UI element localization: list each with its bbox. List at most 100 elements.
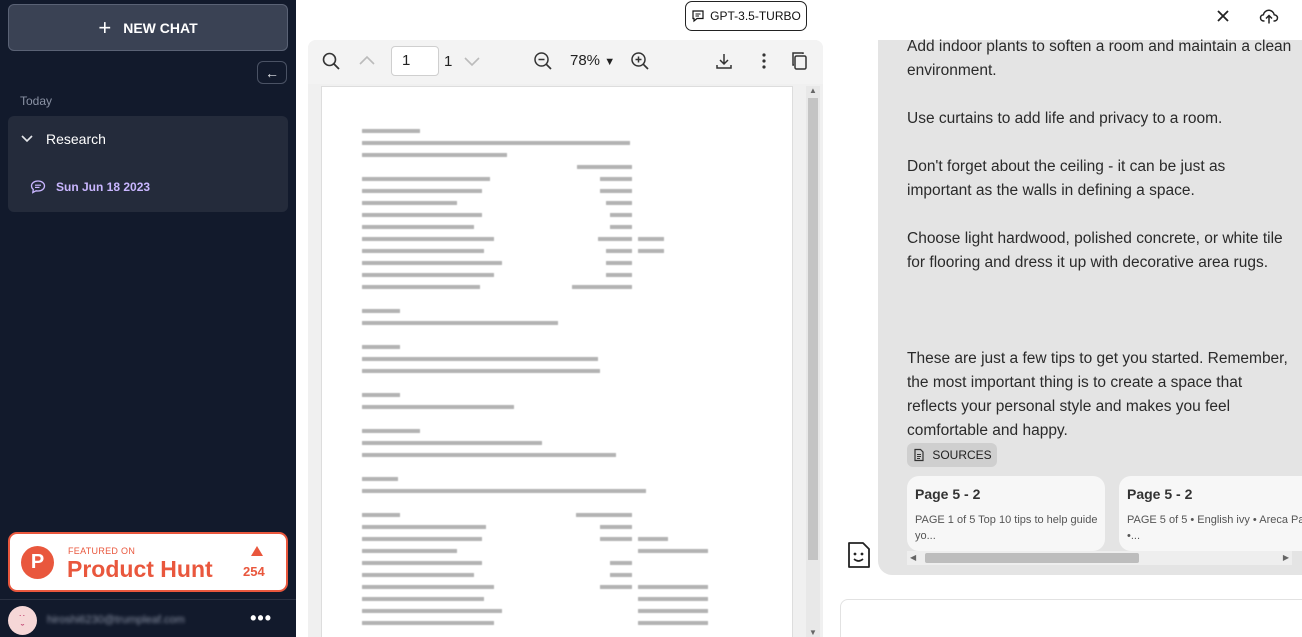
pdf-text-line bbox=[362, 369, 600, 373]
sources-label: SOURCES bbox=[932, 448, 992, 462]
pdf-text-line bbox=[362, 393, 400, 397]
chevron-up-icon[interactable] bbox=[357, 51, 377, 71]
pdf-text-line bbox=[362, 453, 616, 457]
pdf-text-line bbox=[577, 165, 632, 169]
bot-avatar-icon bbox=[848, 542, 870, 568]
pdf-page bbox=[321, 86, 793, 637]
assistant-message: Add indoor plants to soften a room and m… bbox=[878, 38, 1302, 575]
source-excerpt: PAGE 1 of 5 Top 10 tips to help guide yo… bbox=[915, 514, 1098, 542]
zoom-level[interactable]: 78% ▼ bbox=[570, 52, 615, 69]
pdf-text-line bbox=[606, 261, 632, 265]
pdf-text-line bbox=[362, 309, 400, 313]
cloud-upload-icon[interactable] bbox=[1259, 6, 1279, 26]
chevron-down-icon[interactable] bbox=[462, 51, 482, 71]
product-hunt-logo: P bbox=[21, 546, 54, 579]
folder-research: Research Sun Jun 18 2023 bbox=[8, 116, 288, 212]
pdf-text-line bbox=[362, 405, 514, 409]
chevron-down-icon bbox=[21, 135, 33, 143]
pdf-text-line bbox=[572, 285, 632, 289]
chat-input[interactable] bbox=[840, 599, 1302, 637]
scroll-left-icon[interactable]: ◀ bbox=[910, 553, 916, 562]
product-hunt-name: Product Hunt bbox=[67, 556, 213, 582]
pdf-text-line bbox=[638, 621, 708, 625]
close-icon[interactable] bbox=[1213, 6, 1233, 26]
pdf-text-line bbox=[362, 129, 420, 133]
page-total: 1 bbox=[444, 53, 453, 70]
pdf-viewer: 1 1 78% ▼ ▲ ▼ bbox=[308, 40, 823, 637]
pdf-text-line bbox=[362, 585, 494, 589]
user-row[interactable]: ˙̬˙ hiroshi6230@trumpleaf.com ••• bbox=[8, 605, 288, 635]
pdf-text-line bbox=[362, 345, 400, 349]
message-paragraph: These are just a few tips to get you sta… bbox=[907, 350, 1288, 439]
source-excerpt: PAGE 5 of 5 • English ivy • Areca Palm •… bbox=[1127, 514, 1302, 542]
chat-list-item[interactable]: Sun Jun 18 2023 bbox=[30, 179, 150, 195]
new-chat-label: NEW CHAT bbox=[123, 19, 198, 36]
pdf-text-line bbox=[638, 609, 708, 613]
pdf-text-line bbox=[638, 597, 708, 601]
pdf-text-line bbox=[362, 537, 482, 541]
pdf-text-line bbox=[362, 477, 398, 481]
pdf-text-line bbox=[606, 249, 632, 253]
user-email: hiroshi6230@trumpleaf.com bbox=[47, 614, 185, 626]
pdf-text-line bbox=[362, 153, 507, 157]
pdf-text-line bbox=[362, 441, 542, 445]
pdf-text-line bbox=[362, 573, 474, 577]
zoom-out-icon[interactable] bbox=[533, 51, 553, 71]
copy-icon[interactable] bbox=[790, 51, 810, 71]
model-selector[interactable]: GPT-3.5-TURBO bbox=[685, 1, 807, 31]
scroll-up-icon[interactable]: ▲ bbox=[809, 86, 817, 95]
download-icon[interactable] bbox=[714, 51, 734, 71]
upvote-count: 254 bbox=[243, 564, 265, 579]
document-icon bbox=[914, 448, 924, 462]
pdf-text-line bbox=[610, 225, 632, 229]
pdf-text-line bbox=[362, 261, 502, 265]
product-hunt-badge[interactable]: P FEATURED ON Product Hunt 254 bbox=[8, 532, 288, 592]
scrollbar-thumb[interactable] bbox=[925, 553, 1139, 563]
pdf-text-line bbox=[600, 585, 632, 589]
collapse-sidebar-button[interactable]: ← bbox=[257, 61, 287, 84]
sources-badge[interactable]: SOURCES bbox=[907, 443, 997, 467]
pdf-text-line bbox=[598, 237, 632, 241]
date-group-label: Today bbox=[20, 94, 53, 108]
sources-scrollbar[interactable]: ◀ ▶ bbox=[907, 551, 1292, 565]
pdf-text-line bbox=[600, 525, 632, 529]
pdf-text-line bbox=[638, 537, 668, 541]
pdf-text-line bbox=[362, 273, 494, 277]
source-title: Page 5 - 2 bbox=[915, 486, 981, 502]
pdf-text-line bbox=[600, 537, 632, 541]
pdf-scrollbar[interactable]: ▲ ▼ bbox=[806, 86, 820, 637]
folder-header[interactable]: Research bbox=[20, 131, 106, 147]
pdf-text-line bbox=[610, 573, 632, 577]
upvote-arrow-icon bbox=[251, 546, 263, 556]
pdf-text-line bbox=[638, 549, 708, 553]
search-icon[interactable] bbox=[321, 51, 341, 71]
page-number-input[interactable]: 1 bbox=[391, 46, 439, 76]
pdf-text-line bbox=[362, 609, 502, 613]
pdf-text-line bbox=[362, 285, 480, 289]
pdf-text-line bbox=[362, 237, 494, 241]
scroll-right-icon[interactable]: ▶ bbox=[1283, 553, 1289, 562]
pdf-text-line bbox=[362, 549, 457, 553]
more-vertical-icon[interactable] bbox=[754, 51, 774, 71]
pdf-text-line bbox=[362, 597, 484, 601]
pdf-text-line bbox=[362, 141, 630, 145]
zoom-in-icon[interactable] bbox=[630, 51, 650, 71]
message-paragraph: Choose light hardwood, polished concrete… bbox=[907, 230, 1283, 271]
source-card[interactable]: Page 5 - 2 PAGE 5 of 5 • English ivy • A… bbox=[1119, 476, 1302, 551]
pdf-text-line bbox=[600, 189, 632, 193]
pdf-text-line bbox=[362, 561, 482, 565]
caret-down-icon: ▼ bbox=[604, 56, 616, 68]
scroll-down-icon[interactable]: ▼ bbox=[809, 628, 817, 637]
zoom-value: 78% bbox=[570, 52, 601, 69]
pdf-text-line bbox=[362, 429, 420, 433]
message-paragraph: Add indoor plants to soften a room and m… bbox=[907, 38, 1292, 79]
source-title: Page 5 - 2 bbox=[1127, 486, 1193, 502]
pdf-text-line bbox=[610, 213, 632, 217]
pdf-text-line bbox=[638, 249, 664, 253]
more-options-icon[interactable]: ••• bbox=[250, 608, 272, 629]
source-card[interactable]: Page 5 - 2 PAGE 1 of 5 Top 10 tips to he… bbox=[907, 476, 1105, 551]
pdf-text-line bbox=[362, 489, 646, 493]
pdf-text-line bbox=[362, 177, 490, 181]
scrollbar-thumb[interactable] bbox=[808, 98, 818, 560]
new-chat-button[interactable]: + NEW CHAT bbox=[8, 4, 288, 51]
